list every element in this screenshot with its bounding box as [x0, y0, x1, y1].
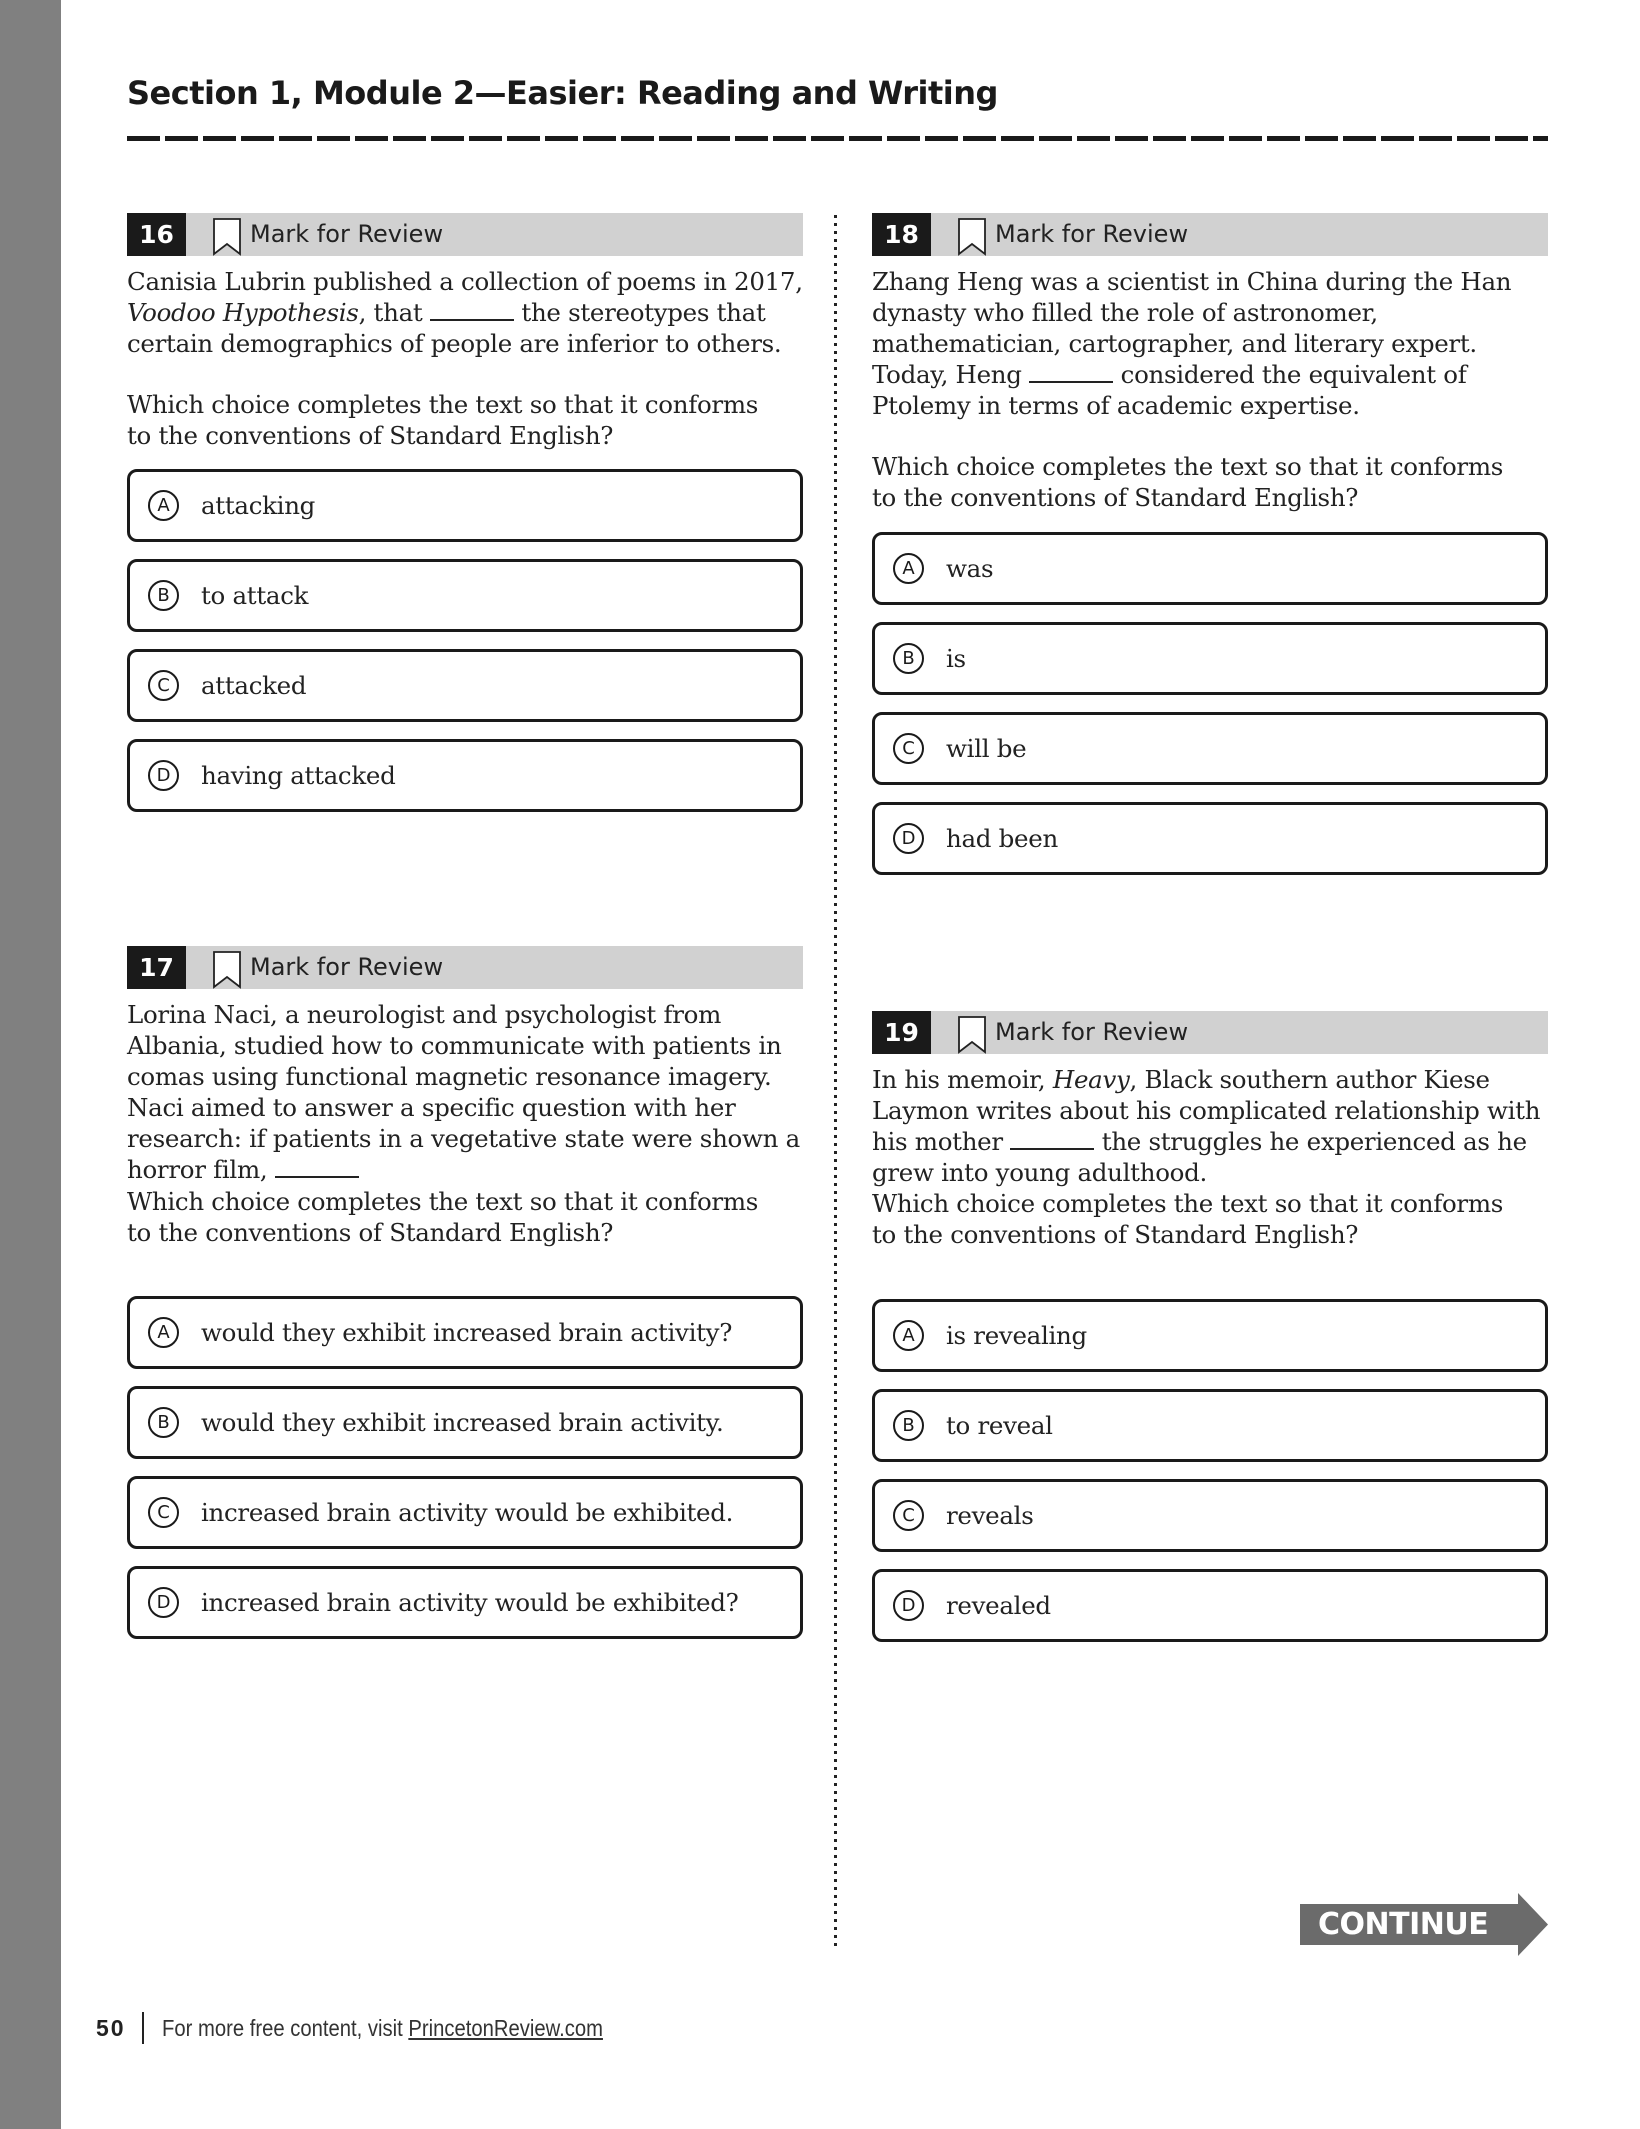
answer-option-a[interactable]: Awould they exhibit increased brain acti…: [127, 1296, 803, 1369]
mark-for-review-button[interactable]: Mark for Review: [250, 946, 443, 989]
footer-text: For more free content, visit PrincetonRe…: [162, 2015, 603, 2041]
question-number: 19: [872, 1011, 931, 1054]
mark-for-review-button[interactable]: Mark for Review: [250, 213, 443, 256]
answer-option-d[interactable]: Dhad been: [872, 802, 1548, 875]
answer-option-b[interactable]: Bis: [872, 622, 1548, 695]
option-letter-a: A: [148, 490, 179, 521]
page-title: Section 1, Module 2—Easier: Reading and …: [127, 74, 998, 112]
question-header: 19 Mark for Review: [872, 1011, 1548, 1054]
footer-separator: [142, 2012, 144, 2044]
answer-option-c[interactable]: Cincreased brain activity would be exhib…: [127, 1476, 803, 1549]
bookmark-icon[interactable]: [957, 1016, 987, 1054]
answer-blank: [429, 297, 514, 321]
option-letter-c: C: [893, 1500, 924, 1531]
mark-for-review-button[interactable]: Mark for Review: [995, 213, 1188, 256]
option-letter-c: C: [148, 670, 179, 701]
option-letter-b: B: [148, 580, 179, 611]
question-prompt: Which choice completes the text so that …: [127, 390, 759, 450]
question-prompt: Which choice completes the text so that …: [872, 452, 1504, 512]
answer-option-c[interactable]: Creveals: [872, 1479, 1548, 1552]
bookmark-icon[interactable]: [957, 218, 987, 256]
option-letter-b: B: [148, 1407, 179, 1438]
continue-button[interactable]: CONTINUE: [1300, 1893, 1548, 1956]
option-letter-d: D: [893, 1590, 924, 1621]
question-passage: Zhang Heng was a scientist in China duri…: [872, 267, 1512, 420]
option-letter-a: A: [148, 1317, 179, 1348]
question-prompt: Which choice completes the text so that …: [872, 1189, 1504, 1249]
question-header: 18 Mark for Review: [872, 213, 1548, 256]
option-letter-c: C: [148, 1497, 179, 1528]
answer-option-d[interactable]: Dhaving attacked: [127, 739, 803, 812]
answer-blank: [1029, 359, 1114, 383]
answer-option-b[interactable]: Bwould they exhibit increased brain acti…: [127, 1386, 803, 1459]
option-letter-d: D: [148, 1587, 179, 1618]
question-number: 17: [127, 946, 186, 989]
bookmark-icon[interactable]: [212, 218, 242, 256]
answer-option-a[interactable]: Awas: [872, 532, 1548, 605]
option-letter-a: A: [893, 1320, 924, 1351]
question-number: 16: [127, 213, 186, 256]
column-divider: [834, 215, 837, 1948]
answer-blank: [1010, 1126, 1095, 1150]
answer-option-c[interactable]: Cattacked: [127, 649, 803, 722]
bookmark-icon[interactable]: [212, 951, 242, 989]
answer-option-a[interactable]: Aattacking: [127, 469, 803, 542]
question-passage: Canisia Lubrin published a collection of…: [127, 267, 803, 358]
answer-option-b[interactable]: Bto attack: [127, 559, 803, 632]
title-dashed-rule: [127, 136, 1548, 141]
option-letter-b: B: [893, 643, 924, 674]
answer-option-d[interactable]: Dincreased brain activity would be exhib…: [127, 1566, 803, 1639]
mark-for-review-button[interactable]: Mark for Review: [995, 1011, 1188, 1054]
question-passage: Lorina Naci, a neurologist and psycholog…: [127, 1000, 800, 1184]
option-letter-c: C: [893, 733, 924, 764]
option-letter-b: B: [893, 1410, 924, 1441]
answer-blank: [274, 1154, 359, 1178]
question-header: 16 Mark for Review: [127, 213, 803, 256]
answer-option-b[interactable]: Bto reveal: [872, 1389, 1548, 1462]
page-edge-bar: [0, 0, 61, 2129]
question-number: 18: [872, 213, 931, 256]
question-header: 17 Mark for Review: [127, 946, 803, 989]
page-number: 50: [96, 2015, 126, 2041]
option-letter-d: D: [893, 823, 924, 854]
answer-option-d[interactable]: Drevealed: [872, 1569, 1548, 1642]
option-letter-d: D: [148, 760, 179, 791]
option-letter-a: A: [893, 553, 924, 584]
answer-option-a[interactable]: Ais revealing: [872, 1299, 1548, 1372]
princeton-review-link[interactable]: PrincetonReview.com: [408, 2015, 603, 2041]
question-passage: In his memoir, Heavy, Black southern aut…: [872, 1065, 1541, 1187]
continue-label: CONTINUE: [1318, 1907, 1489, 1942]
question-prompt: Which choice completes the text so that …: [127, 1187, 759, 1247]
answer-option-c[interactable]: Cwill be: [872, 712, 1548, 785]
